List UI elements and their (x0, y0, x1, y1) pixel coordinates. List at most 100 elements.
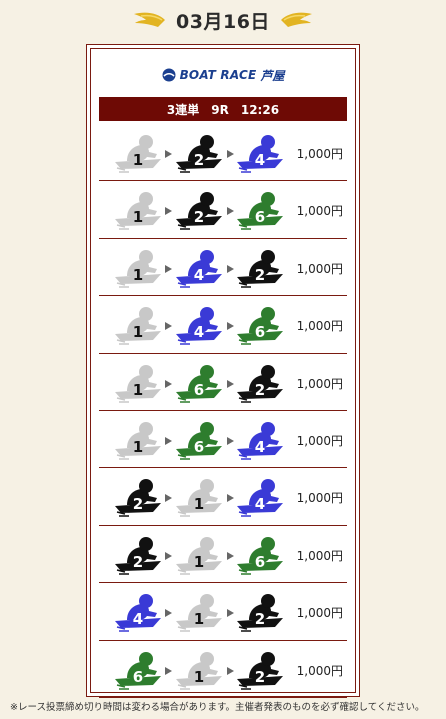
boat-6-icon: 6 (113, 649, 165, 691)
boat-2-icon: 2 (235, 362, 287, 404)
boat-4-icon: 4 (174, 304, 226, 346)
boat-2-icon: 2 (174, 189, 226, 231)
arrow-right-icon (165, 322, 172, 331)
boat-2-icon: 2 (174, 132, 226, 174)
logo-text: BOAT RACE (179, 68, 257, 82)
boat-number: 2 (255, 668, 265, 686)
boat-combination: 1 2 4 (113, 132, 293, 174)
arrow-right-icon (227, 264, 234, 273)
race-card: BOAT RACE 芦屋 3連単 9R 12:26 1 2 4 1,000円 1 2 6 1,… (86, 44, 360, 698)
boat-1-icon: 1 (113, 247, 165, 289)
boat-number: 1 (133, 266, 143, 284)
boat-1-icon: 1 (113, 419, 165, 461)
race-card-inner: BOAT RACE 芦屋 3連単 9R 12:26 1 2 4 1,000円 1 2 6 1,… (90, 48, 356, 698)
boat-number: 1 (133, 151, 143, 169)
boat-combination: 1 4 6 (113, 304, 293, 346)
boat-number: 1 (194, 668, 204, 686)
bet-amount: 1,000円 (296, 491, 343, 506)
bet-row: 4 1 2 1,000円 (99, 583, 347, 641)
boat-number: 4 (194, 266, 204, 284)
boat-number: 2 (255, 266, 265, 284)
arrow-right-icon (227, 494, 234, 503)
boat-4-icon: 4 (235, 419, 287, 461)
bet-row: 1 6 4 1,000円 (99, 411, 347, 469)
arrow-right-icon (165, 379, 172, 388)
date-title: 03月16日 (176, 10, 270, 33)
boat-number: 1 (133, 323, 143, 341)
boat-number: 2 (255, 381, 265, 399)
bet-amount: 1,000円 (296, 606, 343, 621)
arrow-right-icon (165, 150, 172, 158)
boat-number: 4 (255, 438, 265, 456)
arrow-right-icon (227, 379, 234, 388)
bet-row: 1 6 2 1,000円 (99, 354, 347, 411)
boat-number: 6 (194, 438, 204, 456)
boat-number: 4 (255, 151, 265, 169)
bet-amount: 1,000円 (296, 663, 343, 678)
arrow-right-icon (165, 264, 172, 273)
boat-number: 4 (133, 610, 143, 628)
bet-amount: 1,000円 (296, 433, 343, 448)
boat-combination: 4 1 2 (113, 591, 293, 633)
boat-number: 1 (133, 381, 143, 399)
boat-2-icon: 2 (235, 591, 287, 633)
boat-combination: 1 6 4 (113, 419, 293, 461)
boat-2-icon: 2 (235, 247, 287, 289)
boat-number: 1 (133, 208, 143, 226)
boat-1-icon: 1 (174, 534, 226, 576)
bet-amount: 1,000円 (296, 261, 343, 276)
bet-amount: 1,000円 (296, 548, 343, 563)
arrow-right-icon (227, 436, 234, 445)
race-info-bar: 3連単 9R 12:26 (99, 97, 347, 121)
bet-amount: 1,000円 (296, 319, 343, 334)
boatrace-logo-icon (162, 68, 176, 82)
bet-row: 2 1 6 1,000円 (99, 526, 347, 584)
arrow-right-icon (227, 207, 234, 216)
boat-number: 2 (255, 610, 265, 628)
boat-number: 1 (194, 610, 204, 628)
boat-combination: 1 6 2 (113, 362, 293, 404)
boat-6-icon: 6 (235, 304, 287, 346)
footer-note: ※レース投票締め切り時間は変わる場合があります。主催者発表のものを必ず確認してく… (10, 702, 425, 713)
boat-1-icon: 1 (174, 591, 226, 633)
boat-combination: 1 2 6 (113, 189, 293, 231)
bet-amount: 1,000円 (296, 204, 343, 219)
boat-1-icon: 1 (113, 132, 165, 174)
boat-number: 2 (194, 208, 204, 226)
boat-number: 1 (133, 438, 143, 456)
right-wing-icon (280, 12, 312, 27)
bet-amount: 1,000円 (296, 376, 343, 391)
boat-4-icon: 4 (174, 247, 226, 289)
boat-4-icon: 4 (235, 476, 287, 518)
boat-number: 6 (133, 668, 143, 686)
bet-row: 6 1 2 1,000円 (99, 641, 347, 698)
boat-1-icon: 1 (174, 649, 226, 691)
boat-number: 6 (255, 553, 265, 571)
boat-number: 2 (194, 151, 204, 169)
boat-number: 6 (194, 381, 204, 399)
boat-6-icon: 6 (174, 419, 226, 461)
logo-venue: 芦屋 (260, 68, 285, 83)
arrow-right-icon (165, 494, 172, 503)
boat-4-icon: 4 (235, 132, 287, 174)
boat-combination: 6 1 2 (113, 649, 293, 691)
date-header: 03月16日 (0, 6, 446, 34)
arrow-right-icon (165, 436, 172, 445)
bet-row: 1 4 6 1,000円 (99, 296, 347, 354)
boat-1-icon: 1 (174, 476, 226, 518)
bet-row: 1 2 6 1,000円 (99, 181, 347, 239)
boat-number: 1 (194, 495, 204, 513)
boat-combination: 2 1 4 (113, 476, 293, 518)
arrow-right-icon (227, 666, 234, 675)
bet-list: 1 2 4 1,000円 1 2 6 1,000円 1 4 2 1,000円 1 4 6 1,000円 1 6 2 1… (99, 124, 347, 698)
boat-combination: 1 4 2 (113, 247, 293, 289)
boat-number: 4 (194, 323, 204, 341)
boat-1-icon: 1 (113, 304, 165, 346)
boat-1-icon: 1 (113, 362, 165, 404)
arrow-right-icon (165, 551, 172, 560)
arrow-right-icon (165, 666, 172, 675)
boat-6-icon: 6 (235, 534, 287, 576)
left-wing-icon (134, 12, 166, 27)
race-label: 3連単 9R 12:26 (166, 102, 280, 117)
boat-number: 1 (194, 553, 204, 571)
